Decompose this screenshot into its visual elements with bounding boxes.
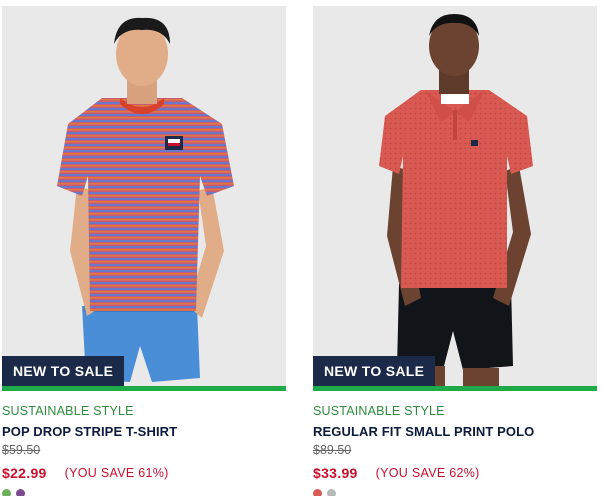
color-swatches <box>313 488 597 496</box>
original-price: $59.50 <box>2 443 41 457</box>
sale-price: $22.99 <box>2 465 47 481</box>
sustainable-style-label: SUSTAINABLE STYLE <box>2 404 134 418</box>
sustainable-style-label: SUSTAINABLE STYLE <box>313 404 445 418</box>
price-row: $33.99 (YOU SAVE 62%) <box>313 464 597 482</box>
sale-price: $33.99 <box>313 465 358 481</box>
new-to-sale-badge: NEW TO SALE <box>2 356 125 386</box>
you-save-text: (YOU SAVE 61%) <box>64 466 169 480</box>
product-image[interactable]: NEW TO SALE <box>313 6 597 386</box>
color-swatch-purple[interactable] <box>16 488 25 496</box>
original-price: $89.50 <box>313 443 352 457</box>
product-name-link[interactable]: POP DROP STRIPE T-SHIRT <box>2 424 286 440</box>
you-save-text: (YOU SAVE 62%) <box>375 466 480 480</box>
color-swatch-green[interactable] <box>2 488 11 496</box>
product-image[interactable]: NEW TO SALE <box>2 6 286 386</box>
color-swatches <box>2 488 286 496</box>
color-swatch-red[interactable] <box>313 488 322 496</box>
product-card[interactable]: NEW TO SALE SUSTAINABLE STYLE POP DROP S… <box>2 6 286 496</box>
product-photo-tshirt <box>2 6 286 386</box>
new-to-sale-badge: NEW TO SALE <box>313 356 436 386</box>
product-name-link[interactable]: REGULAR FIT SMALL PRINT POLO <box>313 424 597 440</box>
price-row: $22.99 (YOU SAVE 61%) <box>2 464 286 482</box>
green-accent-bar <box>2 386 286 391</box>
green-accent-bar <box>313 386 597 391</box>
color-swatch-grey[interactable] <box>327 488 336 496</box>
product-photo-polo <box>313 6 597 386</box>
product-card[interactable]: NEW TO SALE SUSTAINABLE STYLE REGULAR FI… <box>313 6 597 496</box>
